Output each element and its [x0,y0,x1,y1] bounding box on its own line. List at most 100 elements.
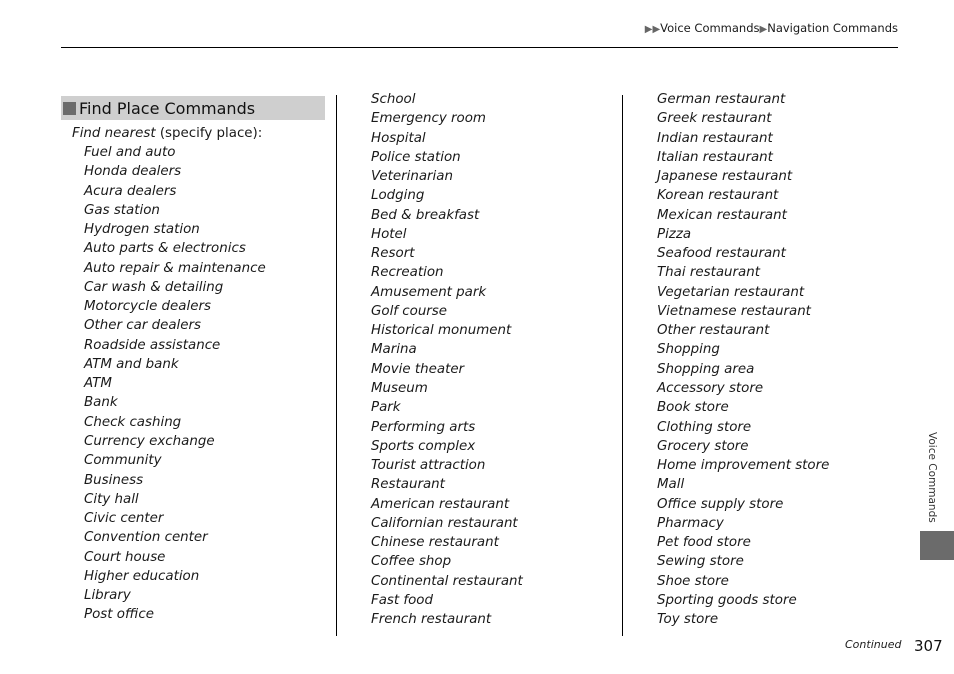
command-item: Park [371,400,401,416]
command-column-2: School Emergency room Hospital Police stati… [371,90,523,629]
command-item: Roadside assistance [84,337,221,353]
command-item: American restaurant [371,496,510,512]
command-item: Office supply store [657,496,784,512]
intro-line: Find nearest (specify place): [72,124,262,143]
command-item: ATM [84,376,112,392]
command-item: School [371,92,416,107]
command-item: Honda dealers [84,164,182,180]
command-item: Home improvement store [657,458,830,474]
command-item: Community [84,453,162,469]
command-column-3: German restaurant Greek restaurant Indian … [657,90,829,629]
command-item: Currency exchange [84,433,215,449]
command-item: Pizza [657,226,692,242]
command-item: Auto parts & electronics [84,241,246,257]
breadcrumb: ▶▶Voice Commands▶Navigation Commands [645,21,898,35]
command-item: Marina [371,342,417,358]
section-heading: Find Place Commands [61,96,325,120]
command-item: Motorcycle dealers [84,299,211,315]
command-item: German restaurant [657,92,786,107]
intro-suffix: (specify place): [155,126,263,141]
intro-command: Find nearest [72,126,156,141]
command-item: Amusement park [371,284,487,300]
command-item: Restaurant [371,477,445,493]
command-item: Shoe store [657,573,729,589]
command-item: Indian restaurant [657,130,773,146]
breadcrumb-item-navigation-commands[interactable]: Navigation Commands [767,21,898,35]
command-item: Mall [657,477,685,493]
command-item: Japanese restaurant [657,169,793,185]
command-item: Accessory store [657,380,764,396]
command-item: Golf course [371,303,448,319]
command-item: Seafood restaurant [657,246,786,262]
command-item: Museum [371,380,428,396]
command-item: Tourist attraction [371,458,486,474]
command-item: Resort [371,246,415,262]
command-item: Emergency room [371,111,486,127]
command-item: Toy store [657,612,719,628]
command-item: Mexican restaurant [657,207,787,223]
command-item: Vegetarian restaurant [657,284,805,300]
command-item: Recreation [371,265,444,281]
command-item: Shopping [657,342,720,358]
command-item: Pharmacy [657,515,724,531]
command-item: City hall [84,491,139,507]
command-item: Sewing store [657,554,744,570]
command-item: Fuel and auto [84,145,176,160]
column-divider [336,95,337,636]
command-item: Sports complex [371,438,476,454]
header-divider [61,47,898,48]
command-item: Grocery store [657,438,749,454]
column-divider [622,95,623,636]
side-tab-text: Voice Commands [926,432,938,523]
command-item: Hospital [371,130,426,146]
command-item: Performing arts [371,419,476,435]
command-item: Shopping area [657,361,755,377]
continued-note: Continued [845,638,902,651]
command-item: Library [84,588,131,604]
command-item: Italian restaurant [657,149,773,165]
command-item: Continental restaurant [371,573,523,589]
heading-square-icon [63,101,76,115]
command-item: French restaurant [371,612,492,628]
command-item: Hydrogen station [84,222,200,238]
command-item: Car wash & detailing [84,279,224,295]
command-item: Auto repair & maintenance [84,260,266,276]
command-item: Post office [84,607,154,623]
command-item: Sporting goods store [657,592,797,608]
breadcrumb-item-voice-commands[interactable]: Voice Commands [660,21,759,35]
command-item: Bed & breakfast [371,207,480,223]
command-item: Vietnamese restaurant [657,303,811,319]
command-item: Check cashing [84,414,182,430]
command-item: Fast food [371,592,433,608]
command-item: Korean restaurant [657,188,779,204]
command-item: Coffee shop [371,554,452,570]
command-item: ATM and bank [84,356,179,372]
command-item: Movie theater [371,361,465,377]
command-item: Higher education [84,568,200,584]
command-item: Chinese restaurant [371,535,499,551]
command-item: Greek restaurant [657,111,772,127]
page-number: 307 [914,637,943,655]
command-item: Other restaurant [657,323,770,339]
side-tab-marker[interactable] [920,531,954,560]
command-item: Pet food store [657,535,751,551]
command-item: Convention center [84,530,208,546]
command-item: Other car dealers [84,318,201,334]
command-item: Court house [84,549,166,565]
command-item: Police station [371,149,461,165]
command-item: Lodging [371,188,425,204]
command-item: Gas station [84,202,160,218]
command-item: Business [84,472,144,488]
command-item: Thai restaurant [657,265,760,281]
command-item: Veterinarian [371,169,453,185]
command-item: Californian restaurant [371,515,518,531]
side-tab-label: Voice Commands [924,432,938,526]
command-item: Bank [84,395,118,411]
command-item: Civic center [84,511,164,527]
command-item: Historical monument [371,323,512,339]
command-column-1: Fuel and auto Honda dealers Acura dealers G… [84,143,266,625]
command-item: Hotel [371,226,407,242]
command-item: Acura dealers [84,183,177,199]
command-item: Book store [657,400,729,416]
breadcrumb-arrow-icon: ▶▶ [644,24,661,35]
